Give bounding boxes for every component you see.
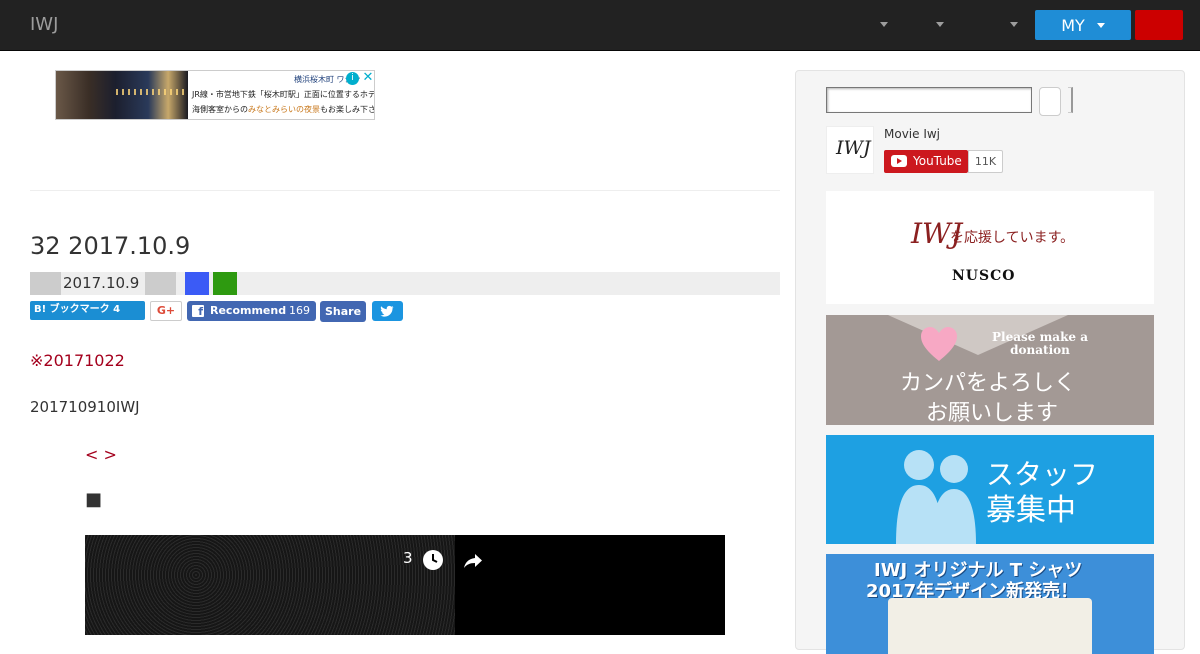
search-option-button[interactable]: [1068, 87, 1073, 113]
sponsor-tagline: を応援しています。: [950, 230, 1075, 246]
staff-recruiting-banner[interactable]: スタッフ 募集中: [826, 435, 1154, 544]
ad-text-line2-pre: 海側客室からの: [192, 105, 248, 114]
ad-text-line2: 海側客室からのみなとみらいの夜景もお楽しみ下さい。: [192, 104, 374, 115]
youtube-subscribe-button[interactable]: YouTube: [884, 150, 968, 173]
youtube-button-label: YouTube: [913, 154, 962, 168]
meta-category-tag[interactable]: [30, 272, 61, 295]
staff-text-line2: 募集中: [986, 493, 1076, 528]
clock-icon[interactable]: [423, 550, 443, 570]
facebook-recommend-count: 169: [289, 304, 310, 317]
youtube-play-icon: [891, 155, 907, 167]
youtube-channel-name[interactable]: Movie Iwj: [884, 127, 940, 141]
notice-link[interactable]: ※20171022: [30, 351, 125, 370]
channel-logo-text: IWJ: [836, 137, 871, 159]
post-meta-bar: 2017.10.9: [30, 272, 780, 295]
google-plus-button[interactable]: G+: [150, 301, 182, 321]
ad-text-line1: JR線・市営地下鉄「桜木町駅」正面に位置するホテルです。: [192, 90, 375, 99]
sidebar: IWJ Movie Iwj YouTube 11K IWJ を応援しています。 …: [795, 70, 1185, 654]
twitter-button[interactable]: [372, 301, 403, 321]
youtube-subscriber-count: 11K: [968, 150, 1003, 173]
ad-hotel-photo: [56, 71, 188, 119]
search-button[interactable]: [1039, 87, 1061, 116]
ad-close-icon[interactable]: ✕: [361, 71, 374, 85]
tshirt-image: [888, 598, 1092, 654]
meta-green-badge[interactable]: [213, 272, 237, 295]
youtube-channel-logo[interactable]: IWJ: [826, 126, 874, 174]
donation-text-line2: お願いします: [926, 401, 1059, 425]
post-date: 2017.10.9: [63, 274, 140, 292]
staff-silhouette-icon: [896, 450, 976, 544]
ad-text-highlight: みなとみらいの夜景: [248, 105, 320, 114]
heart-icon: [921, 327, 957, 361]
donation-text-line1: カンパをよろしく: [900, 371, 1077, 396]
facebook-recommend-button[interactable]: f Recommend 169: [187, 301, 316, 321]
nav-dropdown-3-caret-icon[interactable]: [1010, 22, 1018, 27]
donation-english-text: Please make a donation: [992, 330, 1088, 357]
meta-author-tag[interactable]: [145, 272, 176, 295]
video-thumbnail: [85, 535, 455, 635]
top-navbar: IWJ MY: [0, 0, 1200, 51]
twitter-icon: [380, 305, 394, 317]
hotel-ad-banner[interactable]: 横浜桜木町 ワシン JR線・市営地下鉄「桜木町駅」正面に位置するホテルです。 海…: [55, 70, 375, 120]
nav-dropdown-2-caret-icon[interactable]: [936, 22, 944, 27]
facebook-share-button[interactable]: Share: [320, 301, 366, 322]
meta-blue-badge[interactable]: [185, 272, 209, 295]
my-menu-label: MY: [1061, 15, 1085, 35]
nusco-logo: NUSCO: [952, 268, 1016, 284]
video-player[interactable]: 3: [85, 535, 725, 635]
my-menu-button[interactable]: MY: [1035, 10, 1131, 40]
search-input[interactable]: [826, 87, 1032, 113]
header-divider: [30, 190, 780, 191]
nav-dropdown-1-caret-icon[interactable]: [880, 22, 888, 27]
share-arrow-icon[interactable]: [462, 551, 484, 571]
facebook-icon: f: [192, 305, 204, 318]
ad-info-icon[interactable]: i: [346, 72, 359, 85]
tshirt-banner[interactable]: IWJ オリジナル T シャツ 2017年デザイン新発売！: [826, 554, 1154, 654]
ad-text-line2-post: もお楽しみ下さい。: [320, 105, 374, 114]
nusco-sponsor-banner[interactable]: IWJ を応援しています。 NUSCO: [826, 191, 1154, 304]
section-bullet: ■: [85, 489, 103, 510]
donation-banner[interactable]: Please make a donation カンパをよろしく お願いします: [826, 315, 1154, 425]
chevron-down-icon: [1096, 22, 1105, 28]
prev-next-links[interactable]: < >: [85, 445, 117, 464]
article-body-text: 201710910IWJ: [30, 398, 140, 416]
post-title: 32 2017.10.9: [30, 232, 191, 260]
facebook-recommend-label: Recommend: [210, 304, 287, 317]
red-action-button[interactable]: [1135, 10, 1183, 40]
video-watch-later-count: 3: [403, 549, 413, 567]
brand-logo[interactable]: IWJ: [30, 14, 58, 35]
hatena-bookmark-button[interactable]: B! ブックマーク 4: [30, 301, 145, 320]
